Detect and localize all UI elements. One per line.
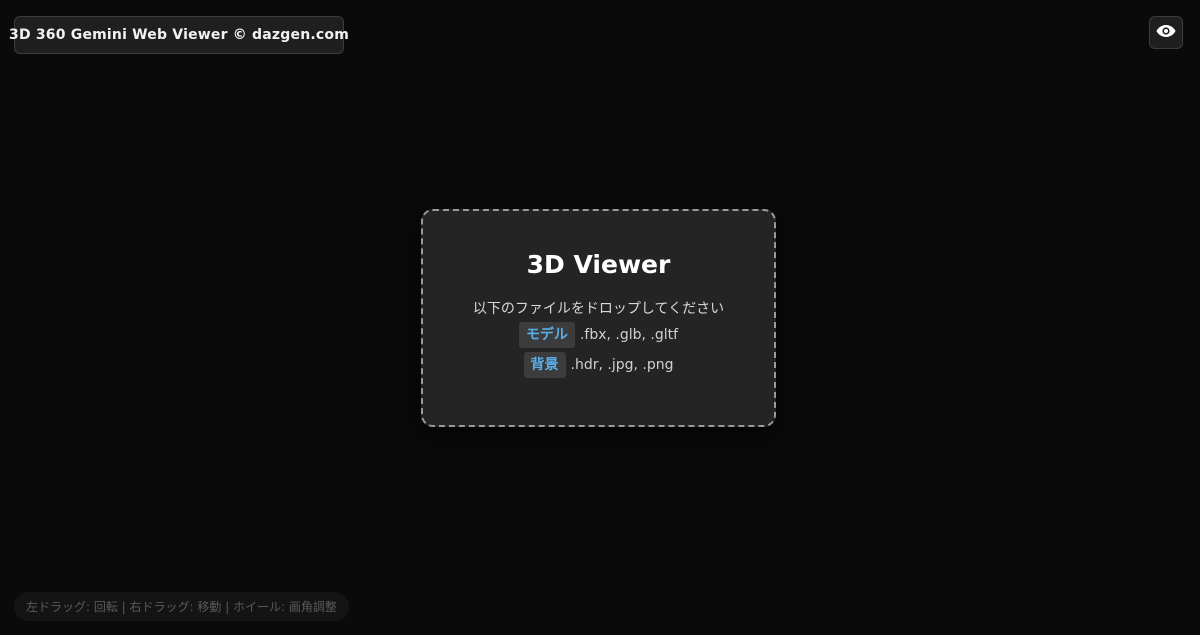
viewer-canvas[interactable]: 3D 360 Gemini Web Viewer © dazgen.com 3D…	[0, 0, 1200, 635]
format-row-model: モデル .fbx, .glb, .gltf	[518, 321, 679, 349]
format-tag-background: 背景	[523, 352, 566, 378]
eye-icon	[1156, 23, 1176, 42]
drop-instruction: 以下のファイルをドロップしてください	[472, 301, 725, 317]
toggle-visibility-button[interactable]	[1149, 16, 1183, 49]
format-row-background: 背景 .hdr, .jpg, .png	[523, 351, 674, 379]
app-title: 3D 360 Gemini Web Viewer © dazgen.com	[9, 27, 349, 43]
format-extensions-background: .hdr, .jpg, .png	[570, 357, 674, 373]
file-drop-zone[interactable]: 3D Viewer 以下のファイルをドロップしてください モデル .fbx, .…	[421, 209, 776, 427]
app-title-badge: 3D 360 Gemini Web Viewer © dazgen.com	[9, 16, 349, 54]
controls-hint: 左ドラッグ: 回転 | 右ドラッグ: 移動 | ホイール: 画角調整	[14, 592, 349, 621]
panel-title: 3D Viewer	[526, 250, 671, 279]
format-extensions-model: .fbx, .glb, .gltf	[579, 327, 679, 343]
format-tag-model: モデル	[518, 322, 575, 348]
controls-hint-text: 左ドラッグ: 回転 | 右ドラッグ: 移動 | ホイール: 画角調整	[26, 600, 337, 614]
